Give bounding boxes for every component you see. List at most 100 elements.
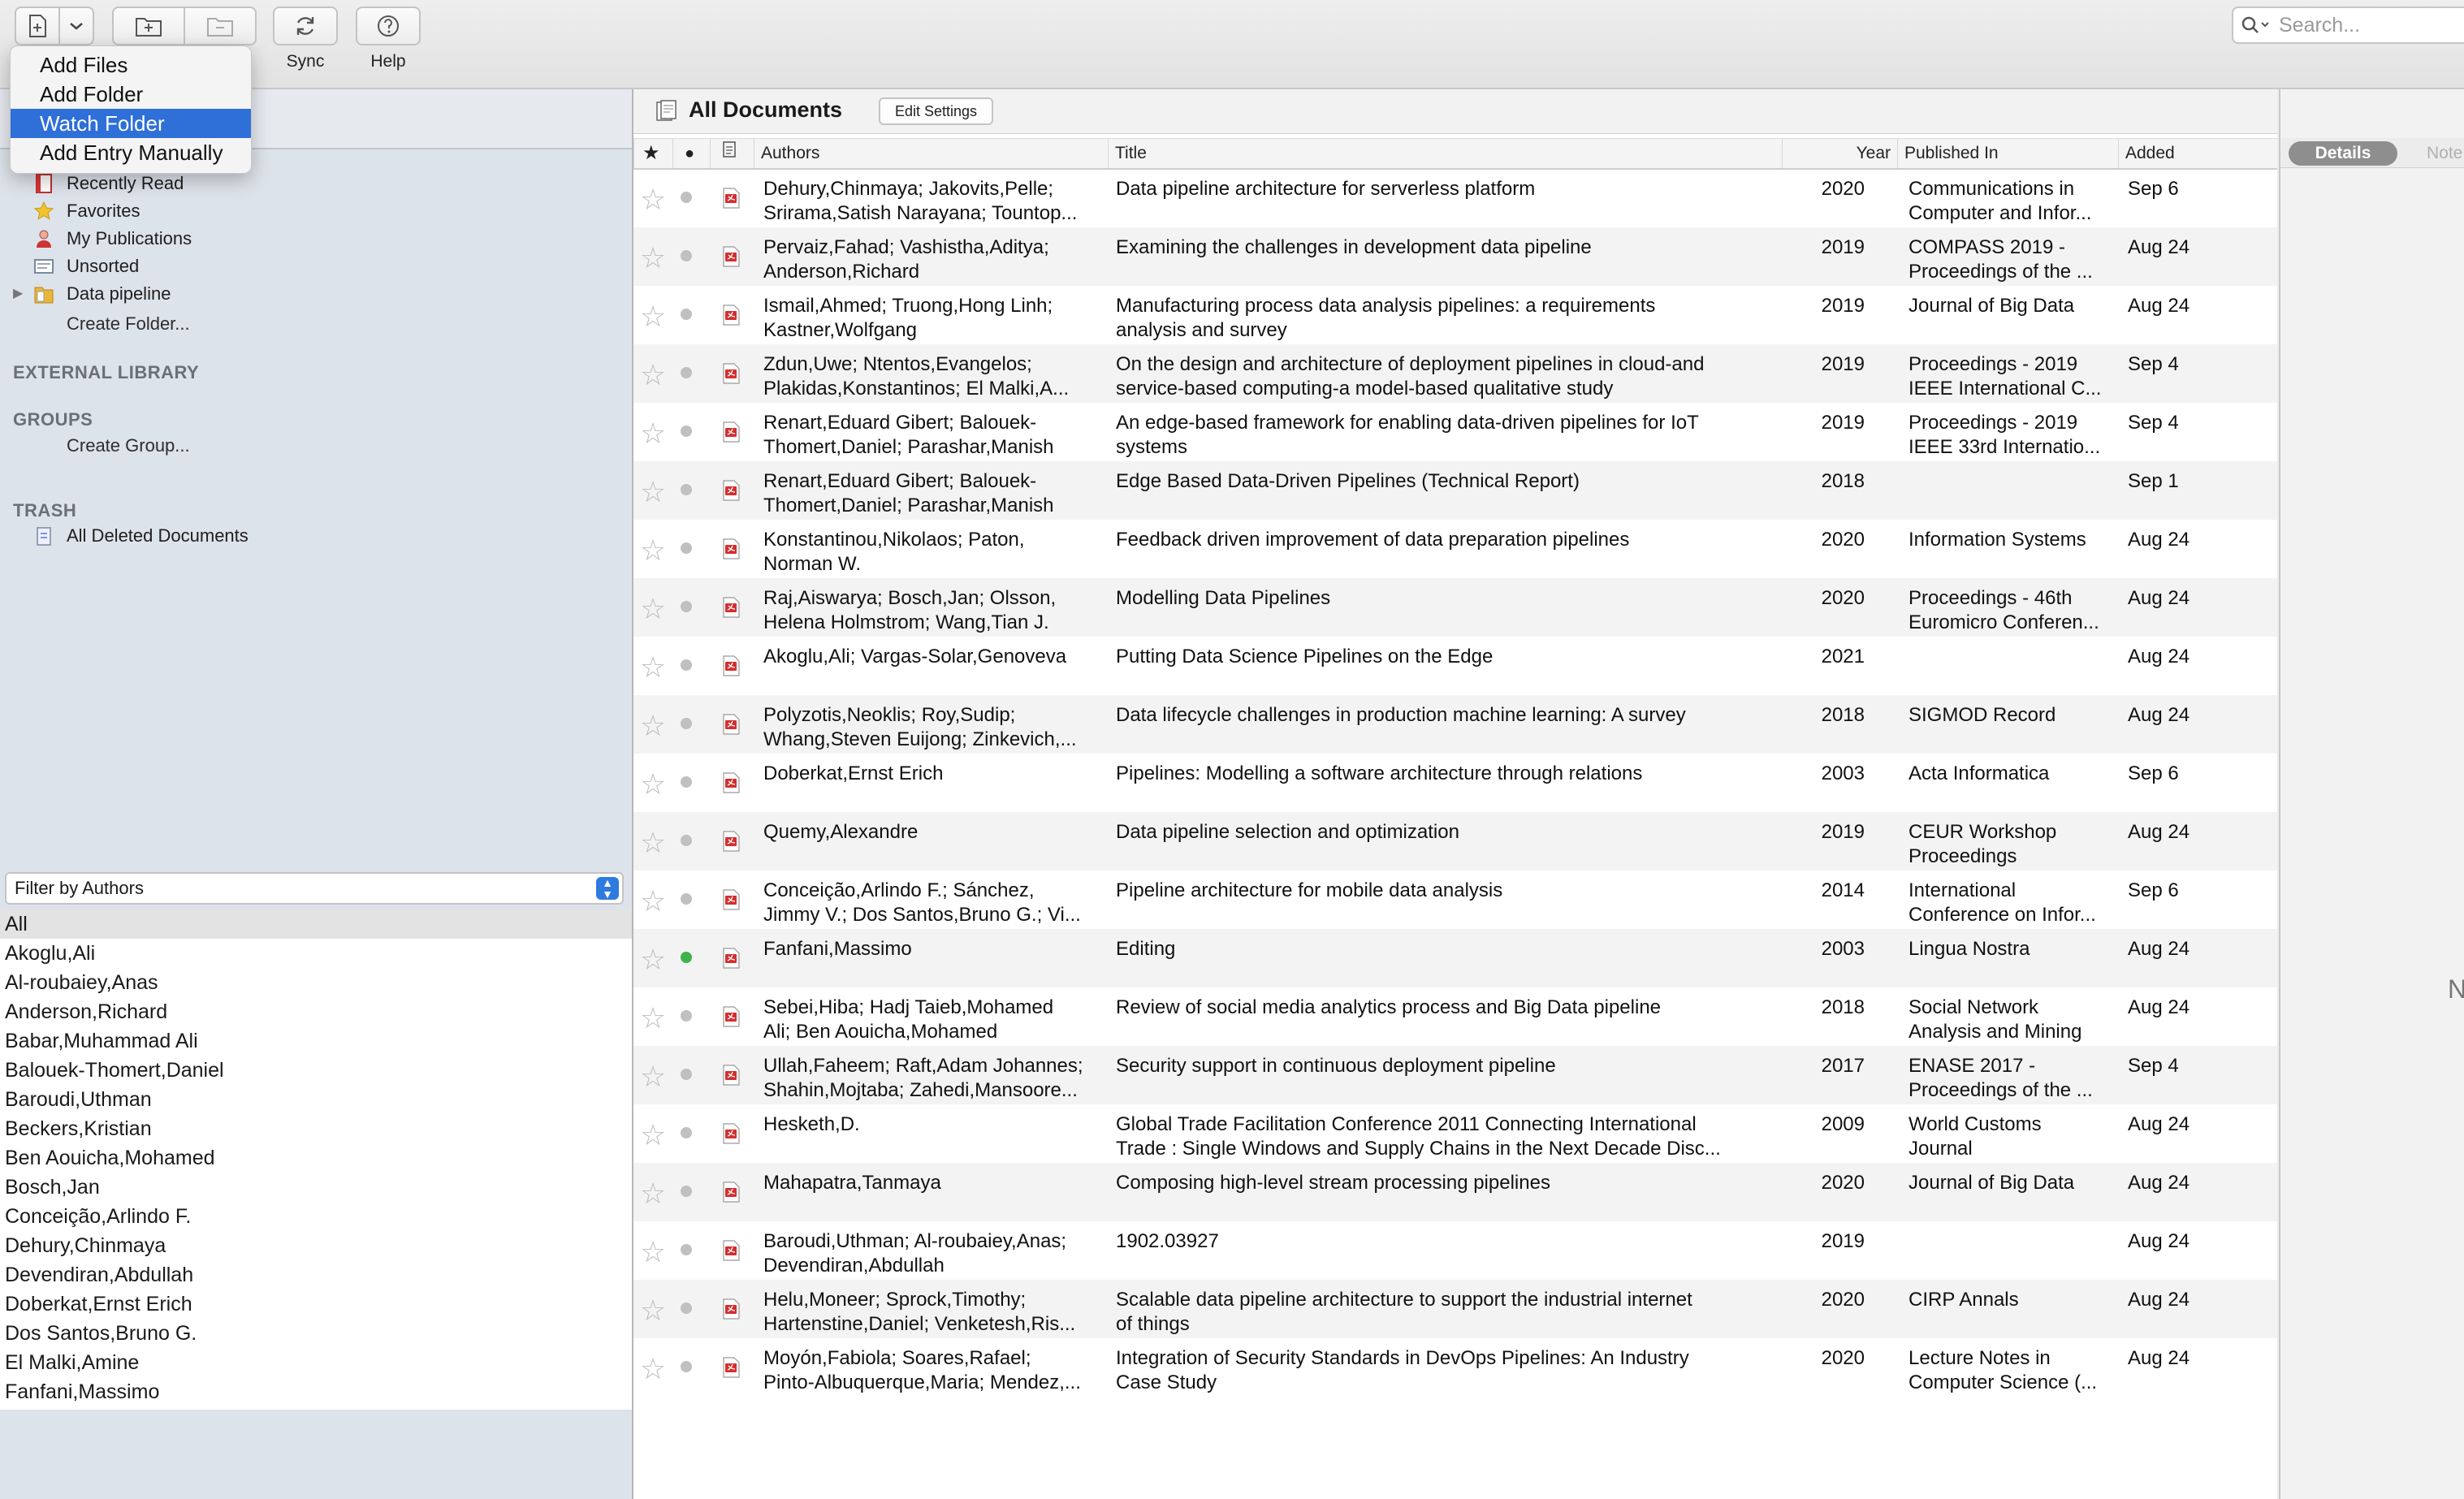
read-status-dot[interactable] — [681, 1010, 692, 1022]
star-icon[interactable]: ☆ — [637, 477, 669, 507]
author-filter-item[interactable]: Bosch,Jan — [0, 1173, 632, 1202]
table-row[interactable]: ☆ Renart,Eduard Gibert; Balouek- Thomert,D… — [633, 461, 2277, 520]
column-published-in[interactable]: Published In — [1897, 139, 2118, 168]
filter-select[interactable]: Filter by Authors ▲ ▼ — [5, 872, 624, 905]
star-icon[interactable]: ☆ — [637, 1238, 669, 1267]
pdf-icon[interactable] — [721, 1005, 741, 1035]
read-status-dot[interactable] — [681, 309, 692, 320]
pdf-icon[interactable] — [721, 538, 741, 567]
star-icon[interactable]: ☆ — [637, 770, 669, 799]
pdf-icon[interactable] — [721, 1122, 741, 1151]
table-row[interactable]: ☆ Fanfani,Massimo Editing 2003 Lingua Nostra… — [633, 929, 2277, 987]
star-icon[interactable]: ☆ — [637, 1121, 669, 1150]
author-filter-item[interactable]: Al-roubaiey,Anas — [0, 968, 632, 997]
read-status-dot[interactable] — [681, 250, 692, 261]
author-filter-item[interactable]: Akoglu,Ali — [0, 939, 632, 968]
read-status-dot[interactable] — [681, 1127, 692, 1138]
author-filter-item[interactable]: Anderson,Richard — [0, 997, 632, 1026]
pdf-icon[interactable] — [721, 362, 741, 391]
pdf-icon[interactable] — [721, 947, 741, 976]
menu-item-watch-folder[interactable]: Watch Folder — [11, 109, 251, 138]
column-read-status[interactable]: ● — [672, 139, 710, 168]
star-icon[interactable]: ☆ — [637, 1062, 669, 1091]
tab-details[interactable]: Details — [2289, 141, 2397, 166]
pdf-icon[interactable] — [721, 596, 741, 625]
table-row[interactable]: ☆ Raj,Aiswarya; Bosch,Jan; Olsson, Helena … — [633, 578, 2277, 637]
sidebar-item-data-pipeline[interactable]: ▶ Data pipeline — [13, 281, 171, 307]
table-row[interactable]: ☆ Quemy,Alexandre Data pipeline selection … — [633, 812, 2277, 870]
sidebar-item-unsorted[interactable]: Unsorted — [32, 253, 139, 279]
column-authors[interactable]: Authors — [754, 139, 1108, 168]
pdf-icon[interactable] — [721, 713, 741, 742]
sidebar-item-my-publications[interactable]: My Publications — [32, 226, 192, 252]
author-filter-item[interactable]: Beckers,Kristian — [0, 1114, 632, 1143]
author-filter-item[interactable]: Dehury,Chinmaya — [0, 1231, 632, 1260]
star-icon[interactable]: ☆ — [637, 536, 669, 565]
table-row[interactable]: ☆ Ismail,Ahmed; Truong,Hong Linh; Kastner,… — [633, 286, 2277, 344]
read-status-dot[interactable] — [681, 1302, 692, 1314]
read-status-dot[interactable] — [681, 1244, 692, 1255]
table-row[interactable]: ☆ Baroudi,Uthman; Al-roubaiey,Anas; Devend… — [633, 1221, 2277, 1280]
star-icon[interactable]: ☆ — [637, 711, 669, 741]
remove-folder-button[interactable] — [184, 6, 257, 45]
table-row[interactable]: ☆ Dehury,Chinmaya; Jakovits,Pelle; Srirama… — [633, 169, 2277, 227]
star-icon[interactable]: ☆ — [637, 1004, 669, 1033]
read-status-dot[interactable] — [681, 835, 692, 846]
pdf-icon[interactable] — [721, 654, 741, 684]
author-filter-item[interactable]: Conceição,Arlindo F. — [0, 1202, 632, 1231]
menu-item-add-entry-manually[interactable]: Add Entry Manually — [11, 138, 251, 167]
read-status-dot[interactable] — [681, 1186, 692, 1197]
author-filter-item[interactable]: Doberkat,Ernst Erich — [0, 1289, 632, 1319]
star-icon[interactable]: ☆ — [637, 945, 669, 974]
sync-button[interactable] — [273, 6, 338, 45]
disclosure-triangle-icon[interactable]: ▶ — [13, 281, 32, 307]
pdf-icon[interactable] — [721, 479, 741, 508]
edit-settings-button[interactable]: Edit Settings — [879, 97, 994, 125]
pdf-icon[interactable] — [721, 1356, 741, 1385]
read-status-dot[interactable] — [681, 1069, 692, 1080]
read-status-dot[interactable] — [681, 192, 692, 203]
read-status-dot[interactable] — [681, 601, 692, 612]
pdf-icon[interactable] — [721, 1298, 741, 1327]
author-filter-item[interactable]: Fanfani,Massimo — [0, 1377, 632, 1406]
column-year[interactable]: Year — [1782, 139, 1897, 168]
create-group-link[interactable]: Create Group... — [67, 435, 190, 456]
read-status-dot[interactable] — [681, 484, 692, 495]
author-filter-item[interactable]: Ben Aouicha,Mohamed — [0, 1143, 632, 1173]
star-icon[interactable]: ☆ — [637, 653, 669, 682]
star-icon[interactable]: ☆ — [637, 244, 669, 273]
read-status-dot[interactable] — [681, 952, 692, 963]
read-status-dot[interactable] — [681, 542, 692, 554]
sidebar-item-all-deleted-documents[interactable]: All Deleted Documents — [32, 523, 249, 549]
add-document-button[interactable] — [15, 6, 60, 45]
menu-item-add-files[interactable]: Add Files — [11, 50, 251, 80]
table-row[interactable]: ☆ Mahapatra,Tanmaya Composing high-level s… — [633, 1163, 2277, 1221]
sidebar-item-favorites[interactable]: Favorites — [32, 198, 140, 224]
table-row[interactable]: ☆ Hesketh,D. Global Trade Facilitation Con… — [633, 1104, 2277, 1163]
pdf-icon[interactable] — [721, 830, 741, 859]
column-favorite[interactable]: ★ — [633, 139, 672, 168]
sidebar-item-recently-read[interactable]: Recently Read — [32, 171, 184, 197]
table-row[interactable]: ☆ Konstantinou,Nikolaos; Paton, Norman W. F… — [633, 520, 2277, 578]
author-filter-item[interactable]: Baroudi,Uthman — [0, 1085, 632, 1114]
author-filter-item[interactable]: Balouek-Thomert,Daniel — [0, 1056, 632, 1085]
column-title[interactable]: Title — [1108, 139, 1782, 168]
pdf-icon[interactable] — [721, 187, 741, 216]
pdf-icon[interactable] — [721, 1181, 741, 1210]
star-icon[interactable]: ☆ — [637, 302, 669, 331]
table-row[interactable]: ☆ Ullah,Faheem; Raft,Adam Johannes; Shahin… — [633, 1046, 2277, 1104]
read-status-dot[interactable] — [681, 367, 692, 378]
column-added[interactable]: Added — [2118, 139, 2277, 168]
star-icon[interactable]: ☆ — [637, 1179, 669, 1208]
author-filter-item[interactable]: Babar,Muhammad Ali — [0, 1026, 632, 1056]
pdf-icon[interactable] — [721, 1239, 741, 1268]
table-row[interactable]: ☆ Zdun,Uwe; Ntentos,Evangelos; Plakidas,Ko… — [633, 344, 2277, 403]
author-filter-item[interactable]: El Malki,Amine — [0, 1348, 632, 1377]
star-icon[interactable]: ☆ — [637, 1296, 669, 1325]
star-icon[interactable]: ☆ — [637, 887, 669, 916]
table-row[interactable]: ☆ Sebei,Hiba; Hadj Taieb,Mohamed Ali; Ben … — [633, 987, 2277, 1046]
pdf-icon[interactable] — [721, 771, 741, 801]
read-status-dot[interactable] — [681, 1361, 692, 1372]
table-row[interactable]: ☆ Pervaiz,Fahad; Vashistha,Aditya; Anderso… — [633, 227, 2277, 286]
pdf-icon[interactable] — [721, 888, 741, 918]
